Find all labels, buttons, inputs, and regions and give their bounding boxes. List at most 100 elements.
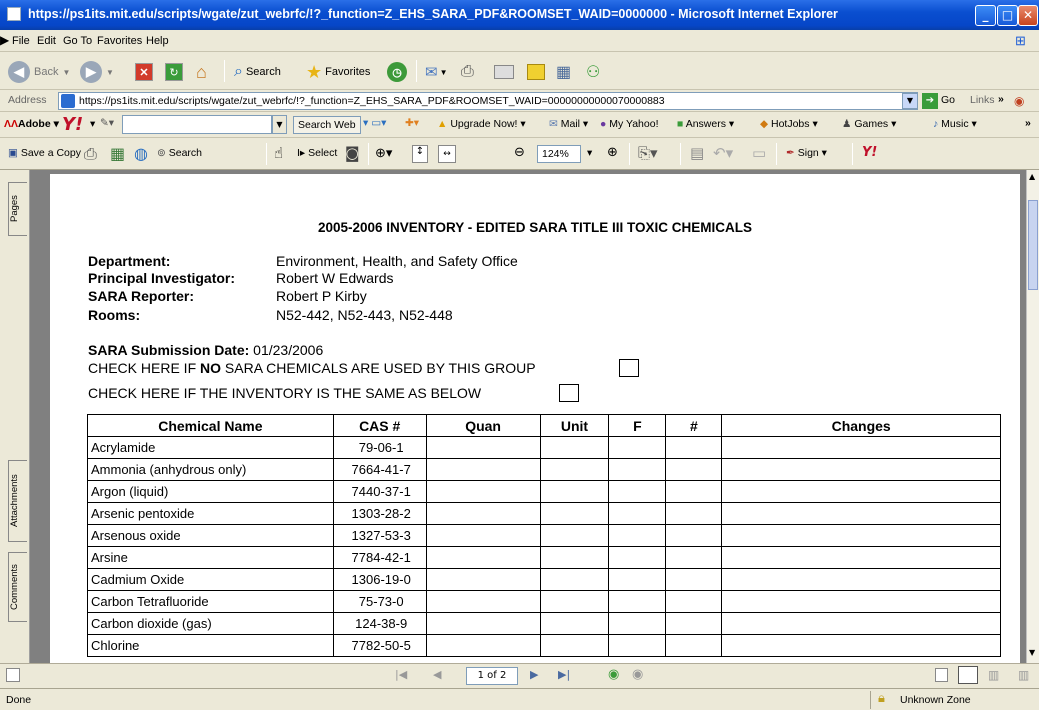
links-button[interactable]: Links [970, 94, 995, 106]
hotjobs-link[interactable]: ◆ HotJobs ▾ [760, 118, 818, 130]
comments-tab[interactable]: Comments [8, 552, 27, 622]
edit-button[interactable] [494, 60, 514, 84]
discuss-button[interactable] [527, 60, 545, 84]
go-arrow-icon[interactable]: ➔ [922, 93, 938, 109]
scroll-down-icon[interactable]: ▼ [1029, 648, 1035, 657]
mail-link[interactable]: ✉ Mail ▾ [549, 118, 588, 130]
hand-tool-icon[interactable]: ☝ [274, 144, 283, 162]
home-button[interactable]: ⌂ [196, 60, 207, 84]
fit-width-icon[interactable]: ↔ [438, 145, 456, 163]
last-page-icon[interactable]: ▶| [558, 668, 570, 681]
print-icon[interactable]: ⎙ [84, 144, 97, 164]
print-button[interactable]: ⎙ [461, 60, 474, 84]
messenger-button[interactable]: ⚇ [586, 60, 600, 84]
upgrade-button[interactable]: ▲ Upgrade Now! ▾ [437, 118, 526, 130]
yahoo-tools-icon[interactable]: ▾ ▭▾ [363, 117, 386, 129]
scroll-thumb[interactable] [1028, 200, 1038, 290]
previous-page-icon[interactable]: ◀ [433, 668, 441, 681]
history-button[interactable]: ◷ [387, 60, 407, 84]
menu-file[interactable]: File [12, 35, 30, 47]
menu-help[interactable]: Help [146, 35, 169, 47]
yahoo-search-input[interactable] [122, 115, 272, 134]
changes-cell [721, 436, 1001, 459]
save-copy-button[interactable]: ▣ Save a Copy [8, 147, 81, 159]
back-arrow-icon: ◀ [8, 61, 30, 83]
hotjobs-label: HotJobs [771, 118, 810, 130]
zoom-dropdown-icon[interactable]: ▾ [587, 147, 592, 159]
menu-favorites[interactable]: Favorites [97, 35, 142, 47]
pencil-icon[interactable]: ✎▾ [100, 117, 114, 129]
menu-goto[interactable]: Go To [63, 35, 92, 47]
chevron-down-icon[interactable]: ▾ [90, 118, 95, 130]
vertical-scrollbar[interactable]: ▲ ▼ [1026, 170, 1039, 663]
scroll-up-icon[interactable]: ▲ [1029, 172, 1035, 181]
search-button[interactable]: ⌕ Search [234, 60, 281, 84]
fit-page-icon[interactable]: ↕ [412, 145, 428, 163]
first-page-icon[interactable]: |◀ [395, 668, 407, 681]
refresh-button[interactable]: ↻ [165, 60, 183, 84]
cursor-arrow-icon: ▶ [0, 33, 10, 47]
zoom-input[interactable]: 124% [537, 145, 581, 163]
menu-bar: ▶ File Edit Go To Favorites Help ⊞ [0, 30, 1039, 52]
address-input[interactable]: https://ps1its.mit.edu/scripts/wgate/zut… [58, 92, 918, 110]
pdf-search-button[interactable]: ⊚ Search [157, 147, 202, 159]
table-row: Carbon Tetrafluoride 75-73-0 [87, 590, 1001, 613]
answers-link[interactable]: ■ Answers ▾ [677, 118, 734, 130]
previous-view-icon[interactable]: ◉ [608, 667, 619, 682]
page-icon [61, 94, 75, 108]
copy-icon[interactable]: ▭ [752, 144, 766, 162]
yahoo-logo-icon[interactable]: Y! [62, 114, 83, 135]
f-cell [608, 590, 667, 613]
forward-button[interactable]: ▶ ▼ [80, 60, 114, 84]
email-icon[interactable]: ◍ [134, 144, 148, 163]
sign-button[interactable]: ✒ Sign ▾ [786, 147, 827, 159]
favorites-button[interactable]: ★ Favorites [306, 60, 370, 84]
music-link[interactable]: ♪ Music ▾ [933, 118, 977, 130]
zoom-tool-icon[interactable]: ⊕▾ [375, 145, 392, 161]
continuous-page-icon[interactable] [958, 666, 978, 684]
rotate-icon[interactable]: ⎘▾ [638, 144, 658, 162]
more-chevron-icon[interactable]: » [1025, 117, 1031, 129]
panel-toggle-icon[interactable] [6, 668, 20, 682]
pages-tab[interactable]: Pages [8, 182, 27, 236]
mail-button[interactable]: ✉ ▼ [425, 60, 448, 84]
toolbar-options-icon[interactable]: ◉ [1014, 94, 1024, 108]
yahoo-small-icon[interactable]: Y! [862, 145, 877, 160]
go-button[interactable]: Go [941, 94, 955, 106]
same-inventory-checkbox[interactable] [559, 384, 579, 402]
page-number-input[interactable]: 1 of 2 [466, 667, 518, 685]
pinball-icon[interactable]: ✚▾ [405, 117, 419, 129]
my-yahoo-link[interactable]: ● My Yahoo! [600, 118, 659, 130]
search-web-button[interactable]: Search Web [293, 116, 361, 134]
select-button[interactable]: I▸ Select [297, 147, 337, 159]
adobe-button[interactable]: ΛΛAdobe ▾ [4, 118, 59, 130]
organizer-icon[interactable]: ▦ [110, 144, 125, 163]
next-page-icon[interactable]: ▶ [530, 668, 538, 681]
zoom-out-icon[interactable]: ⊖ [514, 145, 525, 160]
no-chemicals-checkbox[interactable] [619, 359, 639, 377]
close-button[interactable]: ✕ [1018, 5, 1038, 26]
adobe-label: Adobe [18, 118, 51, 130]
continuous-facing-icon[interactable]: ▥ [1018, 668, 1029, 682]
research-button[interactable]: ▦ [556, 60, 571, 84]
menu-edit[interactable]: Edit [37, 35, 56, 47]
count-cell [665, 436, 723, 459]
attachments-tab[interactable]: Attachments [8, 460, 27, 542]
snapshot-icon[interactable]: ◙ [345, 144, 360, 162]
maximize-button[interactable]: □ [997, 5, 1018, 26]
search-dropdown-icon[interactable]: ▼ [272, 115, 287, 134]
next-view-icon[interactable]: ◉ [632, 667, 643, 682]
spell-check-icon[interactable]: ▤ [690, 144, 704, 162]
stop-button[interactable]: ✕ [135, 60, 153, 84]
divider [852, 143, 853, 165]
back-button[interactable]: ◀ Back ▼ [8, 60, 70, 84]
facing-page-icon[interactable]: ▥ [988, 668, 999, 682]
games-link[interactable]: ♟ Games ▾ [842, 118, 896, 130]
zoom-in-icon[interactable]: ⊕ [607, 145, 618, 160]
select-label: Select [308, 147, 338, 159]
address-dropdown-icon[interactable]: ▼ [902, 93, 918, 109]
minimize-button[interactable]: _ [975, 5, 996, 26]
cas-number-cell: 7782-50-5 [332, 634, 427, 657]
single-page-icon[interactable] [935, 668, 948, 682]
undo-icon[interactable]: ↶▾ [713, 144, 733, 162]
